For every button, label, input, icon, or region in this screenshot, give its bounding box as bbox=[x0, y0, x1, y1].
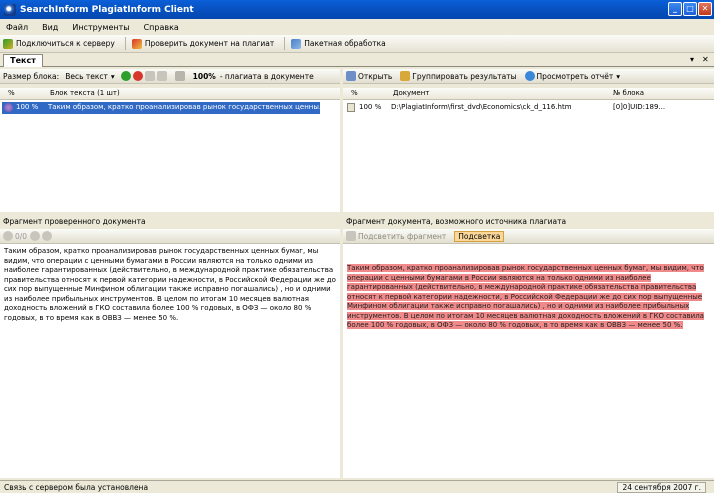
menu-tools[interactable]: Инструменты bbox=[72, 23, 129, 32]
nav-label: 0/0 bbox=[15, 231, 28, 241]
highlight-fragment-icon bbox=[346, 231, 356, 241]
fragment-left-toolbar: 0/0 bbox=[0, 229, 340, 244]
plagiarism-percent-suffix: - плагиата в документе bbox=[219, 71, 314, 81]
group-icon bbox=[400, 71, 411, 81]
row-status-icon bbox=[4, 103, 13, 112]
menu-bar: Файл Вид Инструменты Справка bbox=[0, 19, 714, 35]
highlight-fragment-button[interactable]: Подсветить фрагмент bbox=[358, 232, 446, 241]
batch-processing-button[interactable]: Пакетная обработка bbox=[291, 38, 386, 49]
row-block-number: [0]0]UID:189... bbox=[613, 103, 666, 111]
tab-close-icon[interactable]: ✕ bbox=[702, 55, 709, 64]
open-button[interactable]: Открыть bbox=[358, 72, 392, 81]
block-size-label: Размер блока: bbox=[3, 71, 60, 81]
row-text: Таким образом, кратко проанализировав ры… bbox=[48, 103, 320, 111]
right-grid-header: % Документ № блока bbox=[343, 88, 714, 100]
check-document-button[interactable]: Проверить документ на плагиат bbox=[131, 38, 275, 49]
col-block-text[interactable]: Блок текста (1 шт) bbox=[50, 89, 120, 97]
action-icon-2[interactable] bbox=[156, 71, 167, 81]
open-icon bbox=[346, 71, 356, 81]
title-bar: SearchInform PlagiatInform Client _ □ ✕ bbox=[0, 0, 714, 19]
col-block-number[interactable]: № блока bbox=[613, 89, 644, 97]
minimize-button[interactable]: _ bbox=[668, 2, 682, 16]
document-icon bbox=[347, 103, 355, 112]
view-icon[interactable] bbox=[174, 71, 185, 81]
tab-menu-icon[interactable]: ▾ bbox=[690, 55, 694, 64]
plagiarism-percent: 100% bbox=[192, 71, 216, 81]
batch-icon bbox=[291, 38, 302, 49]
action-icon-1[interactable] bbox=[144, 71, 155, 81]
status-message: Связь с сервером была установлена bbox=[4, 483, 149, 492]
left-panel-toolbar: Размер блока: Весь текст ▾ 100% - плагиа… bbox=[0, 69, 340, 84]
view-report-button[interactable]: Просмотреть отчёт bbox=[537, 72, 614, 81]
menu-help[interactable]: Справка bbox=[144, 23, 179, 32]
window-title: SearchInform PlagiatInform Client bbox=[20, 4, 194, 15]
reject-icon[interactable] bbox=[132, 71, 143, 81]
app-icon bbox=[4, 3, 16, 16]
block-size-select[interactable]: Весь текст bbox=[65, 72, 108, 81]
chevron-down-icon[interactable]: ▾ bbox=[111, 72, 115, 81]
col-percent[interactable]: % bbox=[8, 89, 15, 97]
col-percent-right[interactable]: % bbox=[351, 89, 358, 97]
status-date: 24 сентября 2007 г. bbox=[617, 482, 706, 493]
report-chevron-down-icon[interactable]: ▾ bbox=[616, 72, 620, 81]
connect-label: Подключиться к серверу bbox=[16, 39, 115, 48]
right-grid: 100 % D:\PlagiatInform\first_dvd\Economi… bbox=[343, 100, 714, 212]
batch-label: Пакетная обработка bbox=[304, 39, 386, 48]
row-document: D:\PlagiatInform\first_dvd\Economics\ck_… bbox=[391, 103, 572, 111]
row-percent: 100 % bbox=[359, 103, 382, 111]
left-grid-header: % Блок текста (1 шт) bbox=[0, 88, 340, 100]
refresh-icon[interactable] bbox=[42, 231, 53, 241]
highlight-label: Подсветка bbox=[458, 231, 501, 241]
table-row[interactable]: 100 % D:\PlagiatInform\first_dvd\Economi… bbox=[345, 102, 695, 114]
next-icon[interactable] bbox=[30, 231, 41, 241]
fragment-right-title: Фрагмент документа, возможного источника… bbox=[343, 216, 714, 228]
main-toolbar: Подключиться к серверу Проверить докумен… bbox=[0, 35, 714, 53]
status-bar: Связь с сервером была установлена 24 сен… bbox=[0, 480, 714, 493]
fragment-right-box: Таким образом, кратко проанализировав ры… bbox=[343, 244, 714, 478]
left-grid: 100 % Таким образом, кратко проанализиро… bbox=[0, 100, 340, 212]
fragment-right-text: Таким образом, кратко проанализировав ры… bbox=[347, 264, 704, 329]
fragment-left-text: Таким образом, кратко проанализировав ры… bbox=[0, 244, 340, 478]
fragment-left-title: Фрагмент проверенного документа bbox=[0, 216, 340, 228]
close-button[interactable]: ✕ bbox=[698, 2, 712, 16]
group-results-button[interactable]: Группировать результаты bbox=[412, 72, 516, 81]
tab-strip: Текст ▾ ✕ bbox=[0, 53, 714, 67]
maximize-button[interactable]: □ bbox=[683, 2, 697, 16]
prev-icon[interactable] bbox=[3, 231, 13, 241]
accept-icon[interactable] bbox=[120, 71, 131, 81]
check-document-icon bbox=[131, 38, 142, 49]
tab-text[interactable]: Текст bbox=[3, 54, 43, 67]
col-document[interactable]: Документ bbox=[393, 89, 429, 97]
report-icon bbox=[524, 71, 535, 81]
highlight-toggle-button[interactable]: Подсветка bbox=[454, 230, 505, 242]
menu-file[interactable]: Файл bbox=[6, 23, 28, 32]
fragment-right-toolbar: Подсветить фрагмент Подсветка bbox=[343, 229, 714, 244]
connect-icon bbox=[3, 38, 13, 49]
row-percent: 100 % bbox=[16, 103, 39, 111]
table-row[interactable]: 100 % Таким образом, кратко проанализиро… bbox=[2, 102, 320, 114]
right-panel-toolbar: Открыть Группировать результаты Просмотр… bbox=[343, 69, 714, 84]
vertical-splitter[interactable] bbox=[340, 67, 343, 478]
connect-button[interactable]: Подключиться к серверу bbox=[3, 38, 115, 49]
menu-view[interactable]: Вид bbox=[42, 23, 58, 32]
check-document-label: Проверить документ на плагиат bbox=[144, 39, 275, 48]
